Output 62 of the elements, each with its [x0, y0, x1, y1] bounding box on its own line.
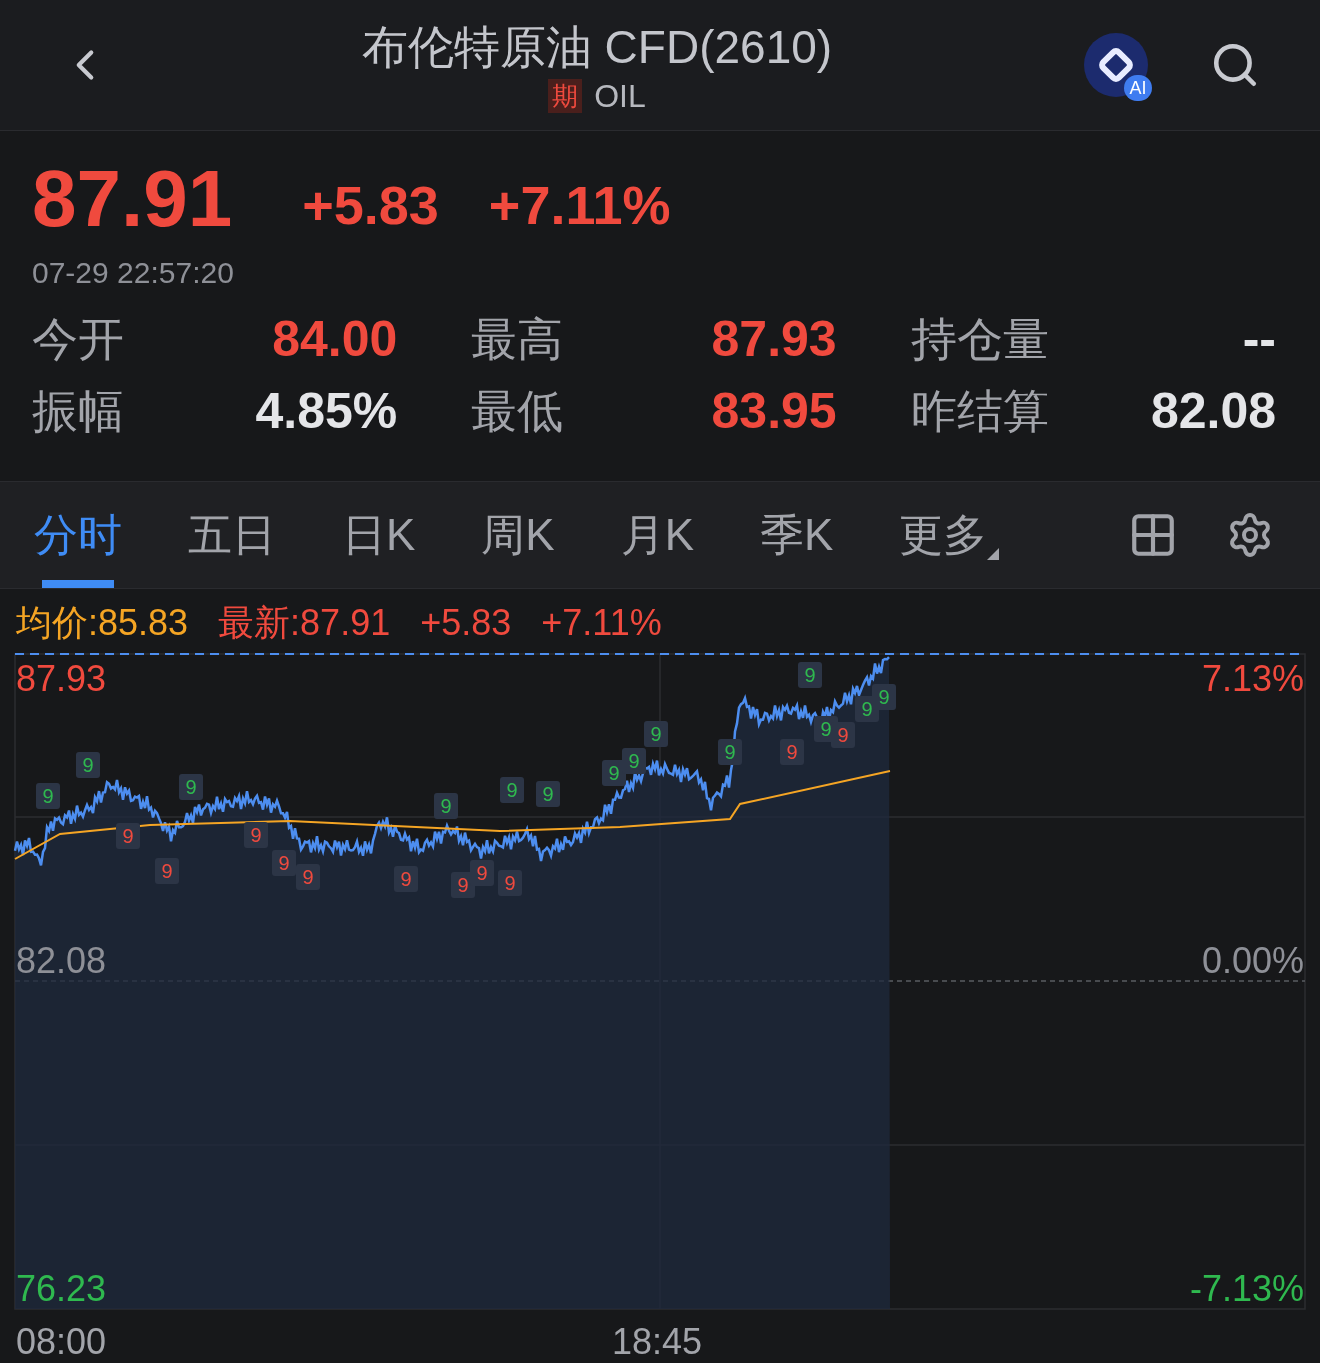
- signal-marker: 9: [872, 684, 896, 710]
- signal-marker: 9: [718, 739, 742, 765]
- caret-icon: [987, 548, 1000, 560]
- stat-value: 83.95: [711, 381, 837, 441]
- stat-label: 振幅: [32, 383, 124, 439]
- axis-price-label: 87.93: [16, 659, 107, 699]
- stat-value: 84.00: [272, 309, 398, 369]
- stat-value: 82.08: [1150, 381, 1276, 441]
- signal-marker: 9: [451, 872, 475, 898]
- percent-change: +7.11%: [488, 175, 671, 235]
- legend-text: +5.83: [420, 601, 512, 645]
- stat-value: 4.85%: [255, 381, 398, 441]
- quote-time: 07-29 22:57:20: [32, 255, 234, 291]
- axis-time-label: 18:45: [612, 1322, 703, 1362]
- stat-value: 87.93: [711, 309, 837, 369]
- signal-marker: 9: [272, 850, 296, 876]
- signal-marker: 9: [155, 858, 179, 884]
- signal-marker: 9: [602, 760, 626, 786]
- axis-time-label: 08:00: [16, 1322, 107, 1362]
- signal-marker: 9: [116, 823, 140, 849]
- signal-marker: 9: [76, 752, 100, 778]
- axis-percent-label: 7.13%: [1201, 659, 1304, 699]
- axis-percent-label: -7.13%: [1189, 1269, 1304, 1309]
- axis-percent-label: 0.00%: [1201, 941, 1304, 981]
- chart-tab[interactable]: 分时: [34, 482, 122, 588]
- symbol-label: OIL: [594, 78, 646, 114]
- signal-marker: 9: [644, 721, 668, 747]
- signal-marker: 9: [434, 793, 458, 819]
- signal-marker: 9: [394, 866, 418, 892]
- signal-marker: 9: [296, 864, 320, 890]
- signal-marker: 9: [244, 822, 268, 848]
- legend-text: 最新:87.91: [218, 601, 391, 645]
- chart-tab[interactable]: 周K: [481, 482, 555, 588]
- chart-tab[interactable]: 更多: [899, 482, 1000, 588]
- chart-tab[interactable]: 季K: [760, 482, 834, 588]
- chart-tab[interactable]: 日K: [342, 482, 416, 588]
- signal-marker: 9: [798, 662, 822, 688]
- stat-label: 昨结算: [910, 383, 1049, 439]
- signal-marker: 9: [622, 748, 646, 774]
- last-price: 87.91: [32, 159, 233, 239]
- signal-marker: 9: [179, 774, 203, 800]
- stat-value: --: [1242, 309, 1276, 369]
- legend-text: 均价:85.83: [16, 601, 189, 645]
- signal-marker: 9: [36, 783, 60, 809]
- chart-tab[interactable]: 月K: [620, 482, 695, 588]
- price-change: +5.83: [302, 175, 439, 235]
- signal-marker: 9: [831, 722, 855, 748]
- stat-label: 最高: [471, 311, 564, 367]
- axis-price-label: 76.23: [16, 1269, 107, 1309]
- page-title: 布伦特原油 CFD(2610): [361, 20, 833, 74]
- stat-label: 持仓量: [910, 311, 1049, 367]
- signal-marker: 9: [498, 870, 522, 896]
- signal-marker: 9: [500, 777, 524, 803]
- signal-marker: 9: [780, 739, 804, 765]
- stat-label: 最低: [471, 383, 564, 439]
- futures-badge: 期: [548, 79, 583, 113]
- stat-label: 今开: [32, 311, 124, 367]
- chart-tab[interactable]: 五日: [188, 482, 276, 588]
- legend-text: +7.11%: [541, 601, 662, 645]
- signal-marker: 9: [470, 860, 494, 886]
- signal-marker: 9: [536, 781, 560, 807]
- axis-price-label: 82.08: [16, 941, 107, 981]
